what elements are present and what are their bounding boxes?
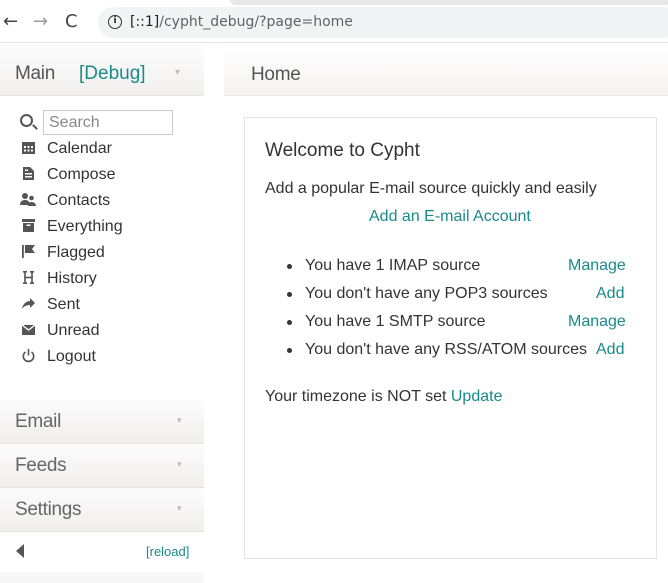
history-icon bbox=[20, 270, 36, 286]
sidebar-item-label: Calendar bbox=[47, 140, 112, 157]
section-title: Settings bbox=[15, 499, 82, 520]
welcome-heading: Welcome to Cypht bbox=[265, 140, 420, 161]
sidebar-item-calendar[interactable]: Calendar bbox=[0, 137, 204, 163]
site-info-icon[interactable]: i bbox=[108, 15, 122, 29]
main-section-header[interactable]: Main [Debug] ▾ bbox=[0, 44, 204, 96]
bullet bbox=[287, 348, 292, 353]
settings-section-header[interactable]: Settings ▾ bbox=[0, 488, 204, 532]
manage-imap-link[interactable]: Manage bbox=[568, 257, 626, 275]
chevron-down-icon[interactable]: ▾ bbox=[177, 460, 182, 470]
section-title: Email bbox=[15, 411, 62, 432]
add-pop3-link[interactable]: Add bbox=[596, 285, 624, 303]
everything-icon bbox=[20, 218, 36, 234]
reload-icon[interactable]: C bbox=[65, 12, 78, 32]
sidebar-item-label: Everything bbox=[47, 218, 123, 235]
sidebar: Main [Debug] ▾ Calendar Compose Contacts bbox=[0, 44, 204, 583]
sidebar-item-label: Sent bbox=[47, 296, 80, 313]
url-path: /cypht_debug/?page=home bbox=[159, 14, 353, 30]
sidebar-item-flagged[interactable]: Flagged bbox=[0, 241, 204, 267]
tab-strip-edge bbox=[230, 0, 668, 5]
content-header: Home bbox=[224, 44, 668, 96]
source-status-text: You have 1 IMAP source bbox=[305, 257, 481, 274]
page-title: Home bbox=[251, 64, 301, 85]
flag-icon bbox=[20, 244, 36, 260]
welcome-panel: Welcome to Cypht Add a popular E-mail so… bbox=[244, 117, 657, 559]
add-email-account-link[interactable]: Add an E-mail Account bbox=[369, 208, 531, 226]
sent-icon bbox=[20, 296, 36, 312]
email-section-header[interactable]: Email ▾ bbox=[0, 400, 204, 444]
source-status-text: You don't have any POP3 sources bbox=[305, 285, 548, 302]
search-row bbox=[0, 110, 204, 137]
sidebar-item-label: Contacts bbox=[47, 192, 111, 209]
compose-icon bbox=[20, 166, 36, 182]
sidebar-item-unread[interactable]: Unread bbox=[0, 319, 204, 345]
browser-toolbar: ← → C i [::1]/cypht_debug/?page=home bbox=[0, 0, 668, 43]
add-rss-link[interactable]: Add bbox=[596, 341, 624, 359]
search-icon bbox=[20, 114, 33, 127]
main-menu: Calendar Compose Contacts Everything Fla… bbox=[0, 96, 204, 400]
chevron-down-icon[interactable]: ▾ bbox=[175, 67, 180, 78]
reload-link[interactable]: [reload] bbox=[146, 544, 189, 559]
sidebar-item-label: Unread bbox=[47, 322, 100, 339]
quick-add-text: Add a popular E-mail source quickly and … bbox=[265, 180, 597, 197]
bullet bbox=[287, 320, 292, 325]
sidebar-item-contacts[interactable]: Contacts bbox=[0, 189, 204, 215]
calendar-icon bbox=[20, 140, 36, 156]
main-section-title: Main bbox=[15, 63, 55, 84]
sidebar-item-label: Compose bbox=[47, 166, 116, 183]
feeds-section-header[interactable]: Feeds ▾ bbox=[0, 444, 204, 488]
logout-icon bbox=[20, 348, 36, 364]
section-title: Feeds bbox=[15, 455, 67, 476]
sidebar-item-history[interactable]: History bbox=[0, 267, 204, 293]
url-host: [::1] bbox=[130, 14, 160, 30]
url-text[interactable]: [::1]/cypht_debug/?page=home bbox=[130, 14, 353, 30]
sidebar-footer: [reload] bbox=[0, 532, 204, 572]
sidebar-item-label: Flagged bbox=[47, 244, 105, 261]
chevron-down-icon[interactable]: ▾ bbox=[177, 504, 182, 514]
chevron-down-icon[interactable]: ▾ bbox=[177, 416, 182, 426]
timezone-text: Your timezone is NOT set bbox=[265, 388, 447, 405]
bullet bbox=[287, 264, 292, 269]
contacts-icon bbox=[20, 192, 36, 208]
sidebar-item-compose[interactable]: Compose bbox=[0, 163, 204, 189]
source-status-text: You don't have any RSS/ATOM sources bbox=[305, 341, 588, 358]
forward-arrow-icon[interactable]: → bbox=[33, 12, 48, 32]
sidebar-item-sent[interactable]: Sent bbox=[0, 293, 204, 319]
sidebar-item-everything[interactable]: Everything bbox=[0, 215, 204, 241]
collapse-sidebar-icon[interactable] bbox=[16, 544, 24, 558]
sidebar-item-label: Logout bbox=[47, 348, 96, 365]
timezone-notice: Your timezone is NOT set Update bbox=[265, 388, 502, 406]
sidebar-item-logout[interactable]: Logout bbox=[0, 345, 204, 371]
back-arrow-icon[interactable]: ← bbox=[3, 12, 18, 32]
sidebar-item-label: History bbox=[47, 270, 97, 287]
update-timezone-link[interactable]: Update bbox=[451, 388, 503, 405]
debug-badge: [Debug] bbox=[79, 63, 146, 84]
source-status-text: You have 1 SMTP source bbox=[305, 313, 486, 330]
unread-icon bbox=[20, 322, 36, 338]
manage-smtp-link[interactable]: Manage bbox=[568, 313, 626, 331]
search-input[interactable] bbox=[43, 110, 173, 135]
address-bar[interactable]: i [::1]/cypht_debug/?page=home bbox=[98, 7, 668, 38]
bullet bbox=[287, 292, 292, 297]
